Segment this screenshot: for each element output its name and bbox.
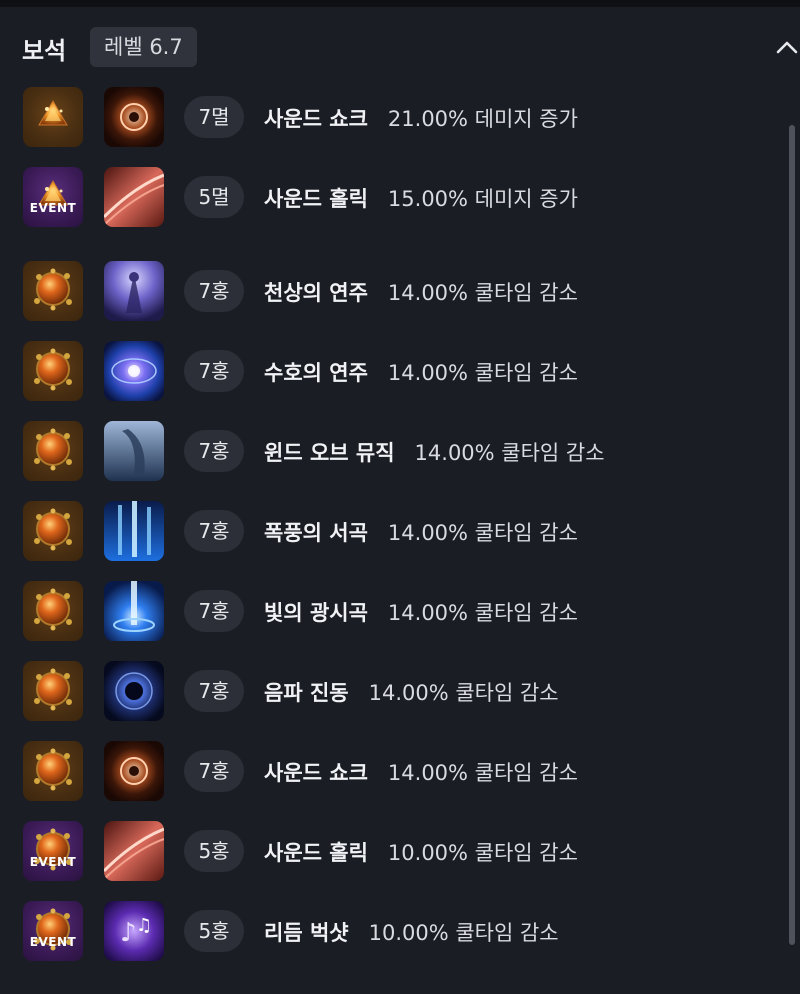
gem-effect: 15.00% 데미지 증가 <box>387 187 578 211</box>
skill-name: 리듬 벅샷 <box>264 921 349 945</box>
gem-effect: 14.00% 쿨타임 감소 <box>414 441 605 465</box>
gem-tier-badge: 7홍 <box>184 430 244 472</box>
gem-tier-badge: 7멸 <box>184 96 244 138</box>
orange-gem-icon <box>23 741 83 801</box>
gem-tier-badge: 7홍 <box>184 350 244 392</box>
gem-row[interactable]: 7홍 폭풍의 서곡 14.00% 쿨타임 감소 <box>0 501 780 563</box>
gem-effect: 14.00% 쿨타임 감소 <box>368 681 559 705</box>
gem-panel: 보석 레벨 6.7 7멸 사운드 쇼크 21.00% 데미지 증가 EVENT 5멸 사운… <box>0 7 800 994</box>
event-label: EVENT <box>29 201 77 215</box>
orange-gem-icon <box>23 501 83 561</box>
panel-title: 보석 <box>22 37 67 65</box>
event-label: EVENT <box>29 935 77 949</box>
gem-effect: 14.00% 쿨타임 감소 <box>387 761 578 785</box>
rhythm-buckshot-icon: ♪ ♫ <box>104 901 164 961</box>
gem-row[interactable]: 7홍 빛의 광시곡 14.00% 쿨타임 감소 <box>0 581 780 643</box>
orange-gem-icon <box>23 581 83 641</box>
gem-effect: 21.00% 데미지 증가 <box>387 107 578 131</box>
orange-gem-event-icon: EVENT <box>23 901 83 961</box>
gem-level-badge: 레벨 6.7 <box>90 27 197 67</box>
gem-row[interactable]: 7홍 음파 진동 14.00% 쿨타임 감소 <box>0 661 780 723</box>
gem-effect: 10.00% 쿨타임 감소 <box>387 841 578 865</box>
gem-effect: 10.00% 쿨타임 감소 <box>368 921 559 945</box>
event-label: EVENT <box>29 855 77 869</box>
gem-tier-badge: 5홍 <box>184 830 244 872</box>
flame-gem-icon <box>23 87 83 147</box>
skill-name: 폭풍의 서곡 <box>264 521 368 545</box>
gem-panel-header: 보석 레벨 6.7 <box>0 7 800 77</box>
sonic-vibration-icon <box>104 661 164 721</box>
skill-name: 천상의 연주 <box>264 281 368 305</box>
gem-effect: 14.00% 쿨타임 감소 <box>387 601 578 625</box>
orange-gem-event-icon: EVENT <box>23 821 83 881</box>
orange-gem-icon <box>23 261 83 321</box>
gem-row[interactable]: 7홍 사운드 쇼크 14.00% 쿨타임 감소 <box>0 741 780 803</box>
gem-tier-badge: 7홍 <box>184 750 244 792</box>
flame-gem-event-icon: EVENT <box>23 167 83 227</box>
skill-name: 음파 진동 <box>264 681 349 705</box>
gem-row[interactable]: 7홍 수호의 연주 14.00% 쿨타임 감소 <box>0 341 780 403</box>
sound-shock-icon <box>104 741 164 801</box>
gem-tier-badge: 5멸 <box>184 176 244 218</box>
gem-tier-badge: 5홍 <box>184 910 244 952</box>
gem-tier-badge: 7홍 <box>184 590 244 632</box>
orange-gem-icon <box>23 341 83 401</box>
orange-gem-icon <box>23 661 83 721</box>
skill-name: 빛의 광시곡 <box>264 601 368 625</box>
sound-holic-icon <box>104 167 164 227</box>
top-band <box>0 0 800 7</box>
wind-of-music-icon <box>104 421 164 481</box>
scrollbar-thumb[interactable] <box>789 125 795 945</box>
gem-row[interactable]: EVENT 5홍 사운드 홀릭 10.00% 쿨타임 감소 <box>0 821 780 883</box>
sound-holic-icon <box>104 821 164 881</box>
sound-shock-icon <box>104 87 164 147</box>
gem-row[interactable]: 7멸 사운드 쇼크 21.00% 데미지 증가 <box>0 87 780 149</box>
svg-text:♫: ♫ <box>136 915 152 936</box>
skill-name: 사운드 쇼크 <box>264 107 368 131</box>
gem-row[interactable]: 7홍 천상의 연주 14.00% 쿨타임 감소 <box>0 261 780 323</box>
chevron-up-icon[interactable] <box>774 35 800 61</box>
gem-row[interactable]: 7홍 윈드 오브 뮤직 14.00% 쿨타임 감소 <box>0 421 780 483</box>
orange-gem-icon <box>23 421 83 481</box>
storm-prelude-icon <box>104 501 164 561</box>
skill-name: 윈드 오브 뮤직 <box>264 441 395 465</box>
gem-effect: 14.00% 쿨타임 감소 <box>387 281 578 305</box>
svg-text:♪: ♪ <box>120 918 137 948</box>
gem-tier-badge: 7홍 <box>184 670 244 712</box>
gem-row[interactable]: EVENT ♪ ♫ 5홍 리듬 벅샷 10.00% 쿨타임 감소 <box>0 901 780 963</box>
gem-tier-badge: 7홍 <box>184 510 244 552</box>
skill-name: 사운드 홀릭 <box>264 187 368 211</box>
rhapsody-of-light-icon <box>104 581 164 641</box>
gem-effect: 14.00% 쿨타임 감소 <box>387 521 578 545</box>
skill-name: 사운드 홀릭 <box>264 841 368 865</box>
gem-effect: 14.00% 쿨타임 감소 <box>387 361 578 385</box>
gem-row[interactable]: EVENT 5멸 사운드 홀릭 15.00% 데미지 증가 <box>0 167 780 229</box>
skill-name: 수호의 연주 <box>264 361 368 385</box>
skill-name: 사운드 쇼크 <box>264 761 368 785</box>
guardian-tune-icon <box>104 341 164 401</box>
heavenly-tune-icon <box>104 261 164 321</box>
gem-tier-badge: 7홍 <box>184 270 244 312</box>
